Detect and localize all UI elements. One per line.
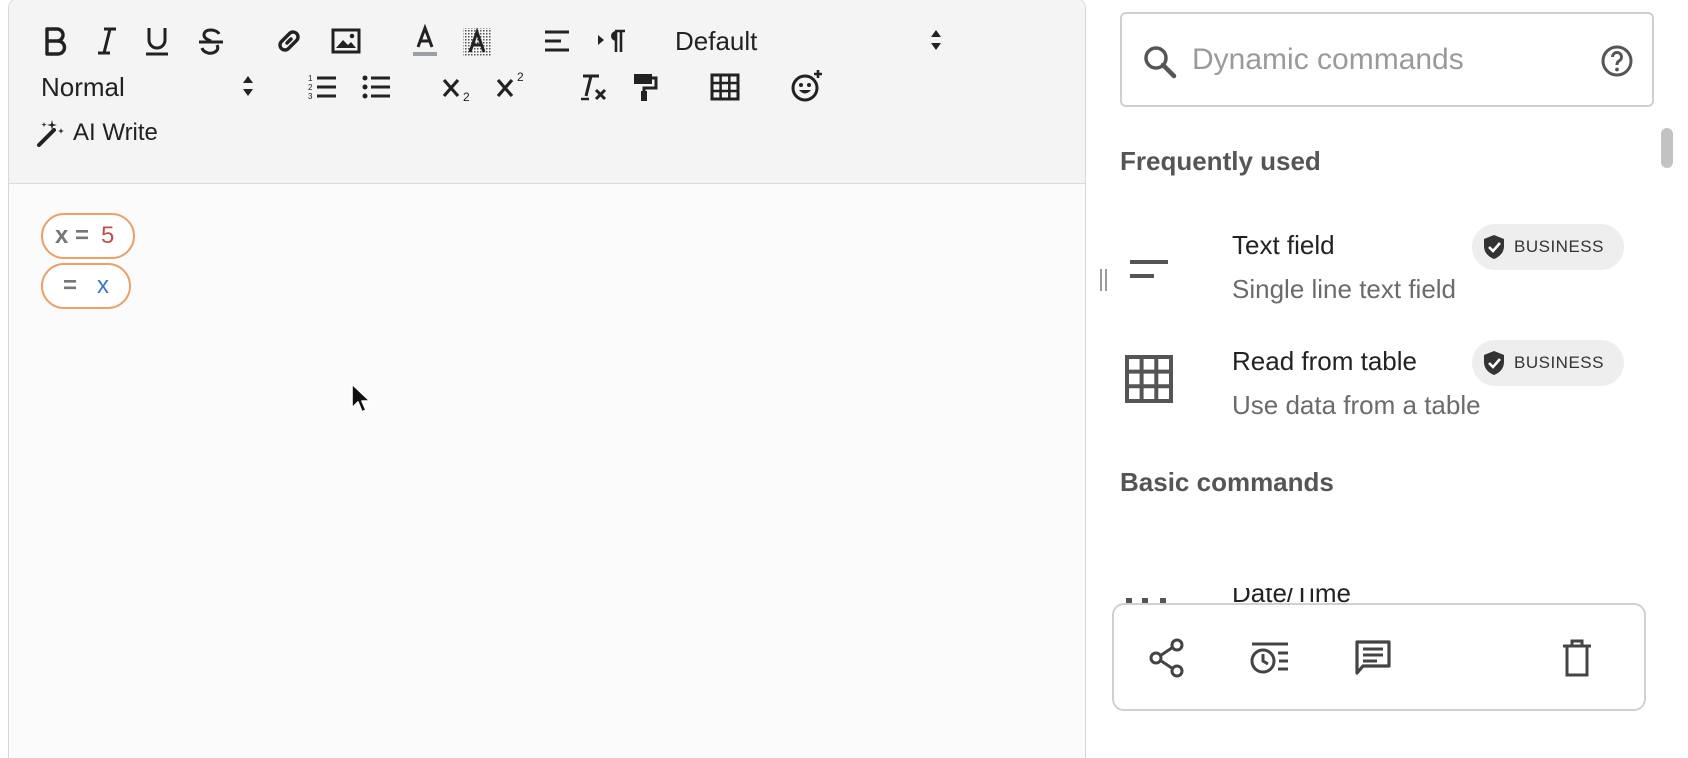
svg-text:2: 2 xyxy=(463,90,470,102)
command-description: Use data from a table xyxy=(1232,390,1481,420)
paragraph-style-value: Normal xyxy=(41,71,125,102)
ltr-paragraph-icon xyxy=(598,29,625,52)
ai-write-icon-wrap[interactable] xyxy=(35,115,67,151)
clear-formatting-icon xyxy=(581,74,607,101)
bullet-list-icon xyxy=(362,75,390,99)
svg-text:3: 3 xyxy=(308,92,313,101)
insert-table-button[interactable] xyxy=(707,67,743,107)
align-left-icon xyxy=(545,30,569,52)
bold-icon xyxy=(45,27,67,56)
history-icon xyxy=(1250,642,1288,674)
superscript-button[interactable]: 2 xyxy=(493,65,531,105)
superscript-icon: 2 xyxy=(496,70,524,98)
scrollbar-thumb[interactable] xyxy=(1661,128,1673,168)
bold-button[interactable] xyxy=(37,21,73,61)
ai-write-button[interactable]: AI Write xyxy=(73,113,158,153)
section-title: Basic commands xyxy=(1120,467,1334,497)
variable-chip[interactable]: = x xyxy=(41,263,131,309)
table-icon xyxy=(710,73,740,101)
mouse-pointer-icon xyxy=(351,383,371,413)
text-color-icon xyxy=(413,24,437,56)
comments-button[interactable] xyxy=(1350,635,1396,681)
italic-icon xyxy=(98,27,116,55)
rich-text-editor: Default Normal 1 2 3 2 2 AI Write x = 5 … xyxy=(8,0,1086,758)
command-title: Text field xyxy=(1232,230,1335,260)
svg-text:2: 2 xyxy=(308,83,313,92)
badge-label: BUSINESS xyxy=(1514,353,1604,372)
magic-wand-icon xyxy=(37,120,64,147)
share-button[interactable] xyxy=(1144,635,1190,681)
strikethrough-icon xyxy=(199,28,223,55)
paragraph-style-select-arrows-icon[interactable] xyxy=(241,73,255,99)
comment-icon xyxy=(1355,640,1391,675)
ai-write-label: AI Write xyxy=(73,119,158,146)
action-bar xyxy=(1112,603,1646,711)
variable-chip-label: x = xyxy=(55,222,90,249)
align-button[interactable] xyxy=(539,21,575,61)
ordered-list-icon: 1 2 3 xyxy=(308,74,336,101)
image-button[interactable] xyxy=(327,21,365,61)
strikethrough-button[interactable] xyxy=(193,21,229,61)
business-badge: BUSINESS xyxy=(1472,340,1624,386)
delete-icon xyxy=(1563,639,1591,677)
clear-formatting-button[interactable] xyxy=(575,67,611,107)
bullet-list-button[interactable] xyxy=(359,67,395,107)
paragraph-style-select[interactable]: Normal xyxy=(41,67,161,107)
image-icon xyxy=(331,28,361,54)
delete-button[interactable] xyxy=(1554,635,1600,681)
shield-check-icon xyxy=(1482,234,1506,260)
link-button[interactable] xyxy=(271,21,307,61)
shield-check-icon xyxy=(1482,350,1506,376)
emoji-button[interactable] xyxy=(787,65,827,107)
short-text-icon xyxy=(1130,260,1168,278)
paint-roller-icon xyxy=(634,74,658,101)
variable-chip-value: x xyxy=(97,272,110,299)
italic-button[interactable] xyxy=(89,21,125,61)
variable-chip-label: = xyxy=(63,272,78,299)
subscript-button[interactable]: 2 xyxy=(439,67,477,107)
search-icon xyxy=(1144,46,1177,79)
link-icon xyxy=(278,30,300,52)
grid-table-icon xyxy=(1125,355,1173,403)
ordered-list-button[interactable]: 1 2 3 xyxy=(305,67,341,107)
add-emoji-icon xyxy=(791,70,822,102)
search-input[interactable] xyxy=(1192,42,1592,78)
highlight-color-icon xyxy=(463,27,491,56)
command-title: Read from table xyxy=(1232,346,1417,376)
command-description: Single line text field xyxy=(1232,274,1457,304)
help-icon[interactable] xyxy=(1600,44,1634,78)
command-item-text-field[interactable]: Text field Single line text field BUSINE… xyxy=(1086,224,1646,324)
badge-label: BUSINESS xyxy=(1514,237,1604,256)
command-item-read-from-table[interactable]: Read from table Use data from a table BU… xyxy=(1086,340,1646,440)
search-box[interactable] xyxy=(1120,12,1654,107)
business-badge: BUSINESS xyxy=(1472,224,1624,270)
svg-text:2: 2 xyxy=(517,70,524,84)
highlight-color-button[interactable] xyxy=(459,19,495,63)
text-color-button[interactable] xyxy=(407,19,443,63)
section-title: Frequently used xyxy=(1120,146,1321,176)
format-painter-button[interactable] xyxy=(627,67,663,107)
variable-chip-value: 5 xyxy=(101,222,115,249)
variable-chip[interactable]: x = 5 xyxy=(41,213,135,259)
commands-panel: Frequently used Text field Single line t… xyxy=(1086,0,1688,758)
editor-toolbar: Default Normal 1 2 3 2 2 AI Write xyxy=(9,0,1085,184)
text-direction-button[interactable] xyxy=(593,21,629,61)
editor-content-area[interactable]: x = 5 = x xyxy=(9,185,1085,758)
underline-icon xyxy=(146,28,168,56)
subscript-icon: 2 xyxy=(442,78,470,102)
font-family-select-arrows-icon[interactable] xyxy=(929,27,943,53)
font-family-value: Default xyxy=(675,25,758,56)
history-button[interactable] xyxy=(1246,635,1292,681)
font-family-select[interactable]: Default xyxy=(675,21,795,61)
panel-scrollbar[interactable] xyxy=(1656,124,1678,724)
share-icon xyxy=(1149,638,1184,678)
svg-text:1: 1 xyxy=(308,74,313,83)
underline-button[interactable] xyxy=(139,21,175,61)
